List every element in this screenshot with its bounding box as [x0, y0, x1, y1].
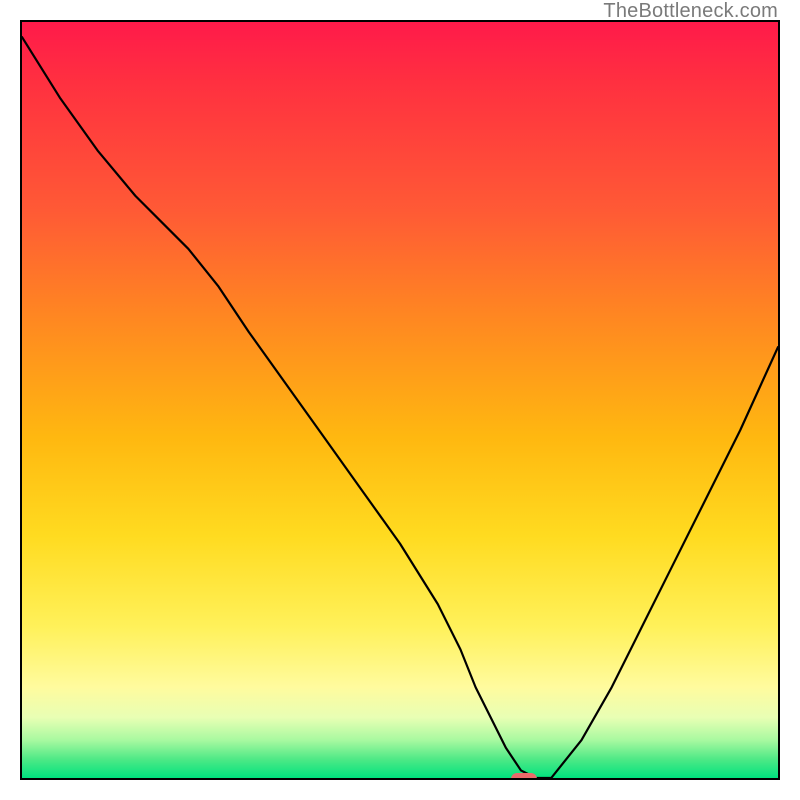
optimal-point-marker — [511, 773, 537, 780]
bottleneck-curve-path — [22, 37, 778, 778]
plot-area — [20, 20, 780, 780]
curve-layer — [22, 22, 778, 778]
bottleneck-chart: TheBottleneck.com — [0, 0, 800, 800]
